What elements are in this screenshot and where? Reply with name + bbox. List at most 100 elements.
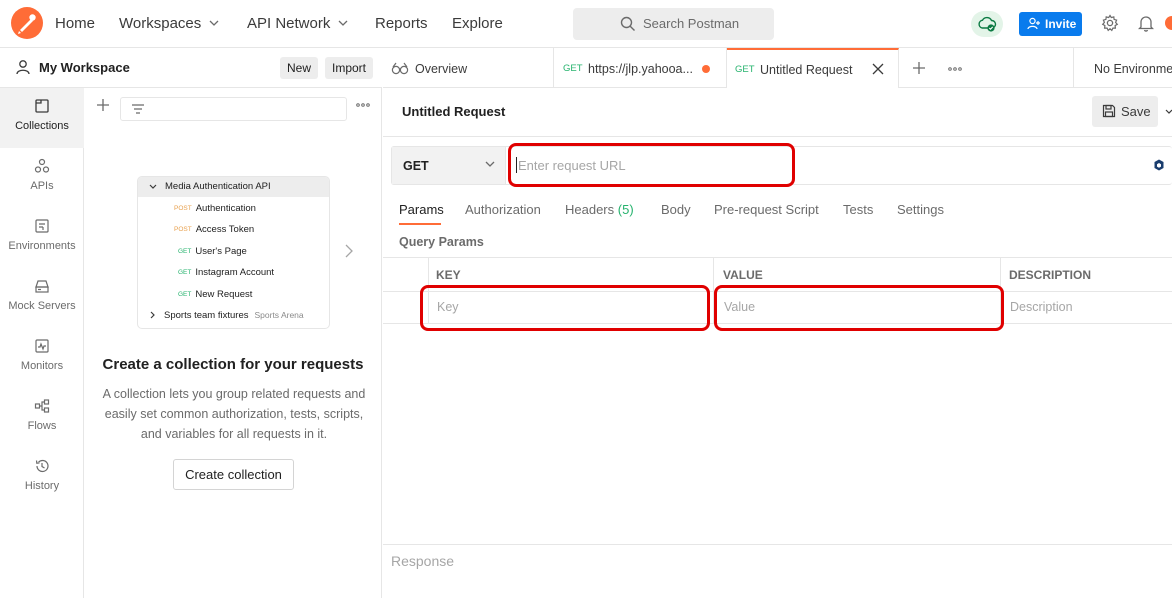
- empty-state-description: A collection lets you group related requ…: [102, 387, 366, 441]
- new-button[interactable]: New: [280, 57, 319, 79]
- more-tabs-icon[interactable]: [948, 67, 962, 71]
- illustration-folder-name: Media Authentication API: [165, 181, 271, 192]
- settings-icon[interactable]: [1101, 14, 1119, 32]
- tab-request-yahoo[interactable]: GET https://jlp.yahooa...: [554, 48, 727, 88]
- method-select[interactable]: GET: [392, 147, 506, 184]
- sidebar-item-label: History: [24, 480, 60, 492]
- close-icon[interactable]: [872, 63, 884, 75]
- sidebar-item-label: Flows: [27, 420, 57, 432]
- illustration-request: POST Access Token: [174, 224, 255, 235]
- illustration-folder-row: Media Authentication API: [138, 177, 329, 197]
- tab-body[interactable]: Body: [661, 202, 691, 217]
- environment-selector[interactable]: No Environment: [1094, 62, 1172, 76]
- chevron-right-icon: [150, 311, 155, 319]
- search-bar[interactable]: Search Postman: [573, 8, 774, 40]
- import-button[interactable]: Import: [325, 57, 374, 79]
- monitors-icon: [35, 339, 49, 353]
- highlight-key-input: [420, 285, 710, 331]
- query-params-label: Query Params: [399, 235, 484, 249]
- illustration-request: POST Authentication: [174, 203, 256, 214]
- history-icon: [35, 459, 49, 473]
- highlight-url-input: [508, 143, 795, 187]
- bell-icon[interactable]: [1138, 14, 1154, 32]
- column-header-description: DESCRIPTION: [1009, 268, 1092, 282]
- tab-settings[interactable]: Settings: [897, 202, 944, 217]
- sidebar-item-label: APIs: [30, 180, 54, 192]
- tab-untitled-request[interactable]: GET Untitled Request: [727, 48, 899, 88]
- sidebar-item-collections[interactable]: Collections: [0, 88, 84, 148]
- tab-tests[interactable]: Tests: [843, 202, 873, 217]
- column-header-value: VALUE: [723, 268, 763, 282]
- overview-icon: [391, 62, 409, 75]
- column-header-key: KEY: [436, 268, 461, 282]
- nav-workspaces[interactable]: Workspaces: [119, 15, 219, 32]
- workspace-header: My Workspace New Import: [0, 48, 382, 88]
- create-collection-button[interactable]: Create collection: [173, 459, 294, 490]
- more-options-icon[interactable]: [356, 103, 370, 107]
- filter-icon: [132, 104, 144, 114]
- collection-illustration: Media Authentication API POST Authenticat…: [137, 176, 330, 329]
- sidebar-item-environments[interactable]: Environments: [0, 208, 84, 268]
- tab-overview[interactable]: Overview: [383, 48, 554, 88]
- nav-explore[interactable]: Explore: [452, 15, 503, 32]
- chevron-right-icon[interactable]: [345, 244, 353, 258]
- response-label: Response: [391, 553, 455, 569]
- save-button[interactable]: Save: [1092, 96, 1158, 127]
- chevron-down-icon[interactable]: [1165, 109, 1172, 115]
- chevron-down-icon: [485, 161, 495, 167]
- sidebar-item-label: Collections: [15, 120, 69, 132]
- tab-params[interactable]: Params: [399, 202, 444, 217]
- top-navbar: Home Workspaces API Network Reports Expl…: [0, 0, 1172, 48]
- nav-reports[interactable]: Reports: [375, 15, 428, 32]
- fork-label: Sports Arena: [254, 310, 304, 320]
- search-icon: [620, 16, 635, 31]
- request-title[interactable]: Untitled Request: [402, 104, 505, 119]
- collections-icon: [35, 99, 49, 113]
- cloud-sync-icon[interactable]: [971, 11, 1003, 37]
- postman-logo-icon[interactable]: [11, 7, 43, 39]
- headers-count: (5): [617, 202, 634, 217]
- illustration-folder-2: Sports team fixtures Sports Arena: [164, 310, 304, 321]
- description-input[interactable]: Description: [1010, 300, 1073, 314]
- invite-button[interactable]: Invite: [1019, 12, 1082, 36]
- chevron-down-icon: [209, 20, 219, 26]
- sidebar: Collections APIs Environments Mock Serve…: [0, 88, 84, 598]
- environments-icon: [35, 219, 49, 233]
- chevron-down-icon: [338, 20, 348, 26]
- plus-icon[interactable]: [96, 98, 110, 112]
- user-icon: [16, 60, 30, 75]
- empty-state-title: Create a collection for your requests: [102, 356, 364, 373]
- sidebar-item-apis[interactable]: APIs: [0, 148, 84, 208]
- tab-headers[interactable]: Headers (5): [565, 202, 634, 217]
- highlight-value-input: [714, 285, 1004, 331]
- filter-input[interactable]: [120, 97, 347, 121]
- illustration-request: GET User's Page: [178, 246, 247, 257]
- avatar-icon[interactable]: [1164, 14, 1172, 32]
- mock-servers-icon: [35, 280, 49, 293]
- sidebar-item-mock-servers[interactable]: Mock Servers: [0, 268, 84, 328]
- tab-authorization[interactable]: Authorization: [465, 202, 541, 217]
- cube-icon[interactable]: [1154, 159, 1164, 171]
- workspace-title: My Workspace: [39, 60, 130, 75]
- request-tabs: Overview GET https://jlp.yahooa... GET U…: [383, 48, 1172, 88]
- divider: [383, 136, 1172, 137]
- nav-api-network[interactable]: API Network: [247, 15, 348, 32]
- sidebar-item-label: Mock Servers: [8, 300, 76, 312]
- illustration-request: GET Instagram Account: [178, 267, 275, 278]
- flows-icon: [34, 399, 50, 413]
- sidebar-item-label: Monitors: [20, 360, 64, 372]
- sidebar-item-label: Environments: [8, 240, 76, 252]
- active-tab-indicator: [399, 223, 441, 225]
- add-tab-icon[interactable]: [912, 61, 926, 75]
- save-icon: [1102, 104, 1116, 118]
- sidebar-item-monitors[interactable]: Monitors: [0, 328, 84, 388]
- nav-home[interactable]: Home: [55, 15, 95, 32]
- illustration-request: GET New Request: [178, 289, 253, 300]
- add-user-icon: [1027, 17, 1040, 30]
- divider: [1073, 48, 1074, 88]
- unsaved-dot: [702, 65, 710, 73]
- sidebar-item-flows[interactable]: Flows: [0, 388, 84, 448]
- sidebar-item-history[interactable]: History: [0, 448, 84, 508]
- chevron-down-icon: [149, 184, 157, 189]
- tab-pre-request-script[interactable]: Pre-request Script: [714, 202, 819, 217]
